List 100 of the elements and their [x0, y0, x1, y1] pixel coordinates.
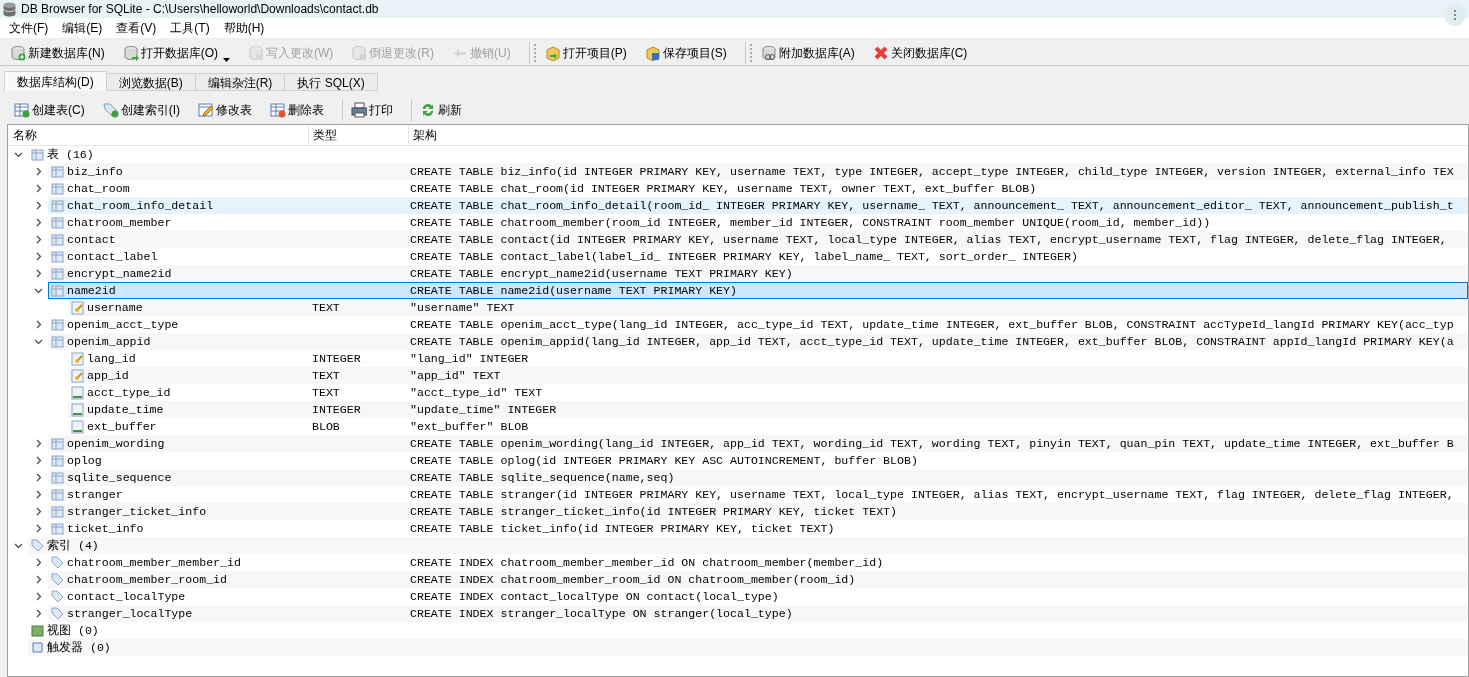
item-name: 视图 (0): [47, 622, 99, 639]
item-name: ticket_info: [67, 520, 144, 537]
schema-text: CREATE TABLE name2id(username TEXT PRIMARY KEY): [410, 282, 737, 299]
menu-item[interactable]: 查看(V): [109, 18, 164, 38]
table-icon: [51, 181, 64, 196]
toolbar-button[interactable]: 打开数据库(O): [118, 40, 234, 65]
open-database-icon: [122, 44, 139, 61]
table-icon: [51, 198, 64, 213]
item-name: 触发器 (0): [47, 639, 111, 656]
type-text: INTEGER: [312, 401, 361, 418]
item-name: contact_localType: [67, 588, 186, 605]
toolbar-button[interactable]: 附加数据库(A): [756, 40, 859, 65]
tree-row[interactable]: update_time INTEGER "update_time" INTEGER: [68, 401, 1468, 418]
schema-text: "acct_type_id" TEXT: [410, 384, 543, 401]
view-icon: [31, 623, 44, 638]
schema-text: CREATE TABLE openim_wording(lang_id INTEGER, app_id TEXT, wording_id TEXT, wording TEXT, pinyin TEXT, quan_pin TEXT, update_time INTEGER, ext_buffer B: [410, 435, 1454, 452]
schema-text: CREATE TABLE oplog(id INTEGER PRIMARY KEY ASC AUTOINCREMENT, buffer BLOB): [410, 452, 918, 469]
tree-row[interactable]: stranger_ticket_info CREATE TABLE stranger_ticket_info(id INTEGER PRIMARY KEY, ticket TEXT): [48, 503, 1468, 520]
column-header[interactable]: 类型: [308, 125, 408, 146]
item-name: biz_info: [67, 163, 123, 180]
toolbar-button[interactable]: 创建表(C): [10, 98, 89, 122]
menu-item[interactable]: 帮助(H): [216, 18, 272, 38]
column-header[interactable]: 名称: [8, 125, 308, 146]
tree-row[interactable]: sqlite_sequence CREATE TABLE sqlite_sequence(name,seq): [48, 469, 1468, 486]
table-delete-icon: [270, 102, 286, 118]
item-name: username: [87, 299, 143, 316]
item-name: contact_label: [67, 248, 158, 265]
schema-text: CREATE TABLE stranger_ticket_info(id INTEGER PRIMARY KEY, ticket TEXT): [410, 503, 898, 520]
item-name: chat_room_info_detail: [67, 197, 214, 214]
field-icon: [71, 419, 84, 434]
toolbar-button[interactable]: 保存项目(S): [640, 40, 731, 65]
schema-text: CREATE INDEX chatroom_member_member_id ON chatroom_member(member_id): [410, 554, 884, 571]
tab[interactable]: 数据库结构(D): [4, 71, 107, 91]
schema-text: "update_time" INTEGER: [410, 401, 557, 418]
tree-row[interactable]: 触发器 (0): [28, 639, 1468, 656]
tree-row[interactable]: chatroom_member_room_id CREATE INDEX chatroom_member_room_id ON chatroom_member(room_id): [48, 571, 1468, 588]
tab[interactable]: 浏览数据(B): [105, 73, 196, 91]
key-field-icon: [71, 368, 84, 383]
menu-item[interactable]: 文件(F): [2, 18, 56, 38]
toolbar-button[interactable]: 打开项目(P): [540, 40, 631, 65]
window-title: DB Browser for SQLite - C:\Users\helloworld\Downloads\contact.db: [21, 1, 379, 18]
tree-row[interactable]: openim_wording CREATE TABLE openim_wording(lang_id INTEGER, app_id TEXT, wording_id TEXT, wording TEXT, pinyin TEXT, quan_pin TEXT, update_time INTEGER, ext_buffer B: [48, 435, 1468, 452]
item-name: app_id: [87, 367, 129, 384]
schema-text: CREATE INDEX stranger_localType ON stranger(local_type): [410, 605, 793, 622]
type-text: TEXT: [312, 299, 340, 316]
type-text: INTEGER: [312, 350, 361, 367]
tree-row[interactable]: encrypt_name2id CREATE TABLE encrypt_name2id(username TEXT PRIMARY KEY): [48, 265, 1468, 282]
toolbar-button[interactable]: 删除表: [266, 98, 328, 122]
schema-text: CREATE TABLE contact(id INTEGER PRIMARY KEY, username TEXT, local_type INTEGER, alias TEXT, encrypt_username TEXT, flag INTEGER, delete_flag INTEGER,: [410, 231, 1447, 248]
schema-text: CREATE TABLE openim_appid(lang_id INTEGER, app_id TEXT, acct_type_id TEXT, update_time INTEGER, ext_buffer BLOB, CONSTRAINT appId_langId PRIMARY KEY(a: [410, 333, 1454, 350]
type-text: TEXT: [312, 384, 340, 401]
new-database-icon: [10, 44, 26, 61]
tree-row[interactable]: app_id TEXT "app_id" TEXT: [68, 367, 1468, 384]
table-icon: [51, 504, 64, 519]
tree-row[interactable]: openim_appid CREATE TABLE openim_appid(lang_id INTEGER, app_id TEXT, acct_type_id TEXT, update_time INTEGER, ext_buffer BLOB, CONSTRAINT appId_langId PRIMARY KEY(a: [48, 333, 1468, 350]
schema-text: "username" TEXT: [410, 299, 515, 316]
table-add-icon: [14, 102, 30, 118]
menu-item[interactable]: 编辑(E): [55, 18, 110, 38]
schema-text: CREATE TABLE sqlite_sequence(name,seq): [410, 469, 675, 486]
schema-text: CREATE INDEX chatroom_member_room_id ON chatroom_member(room_id): [410, 571, 856, 588]
toolbar-button[interactable]: 新建数据库(N): [6, 40, 109, 65]
schema-text: CREATE TABLE encrypt_name2id(username TEXT PRIMARY KEY): [410, 265, 793, 282]
tree-row[interactable]: chat_room_info_detail CREATE TABLE chat_room_info_detail(room_id_ INTEGER PRIMARY KEY, username_ TEXT, announcement_ TEXT, announcement_editor_ TEXT, announcement_publish_t: [48, 197, 1468, 214]
more-icon[interactable]: [1444, 4, 1466, 26]
toolbar-button[interactable]: 关闭数据库(C): [868, 40, 972, 65]
table-icon: [51, 317, 64, 332]
item-name: openim_wording: [67, 435, 165, 452]
tag-icon: [51, 606, 64, 621]
toolbar-button[interactable]: 创建索引(I): [98, 98, 184, 122]
tab[interactable]: 执行 SQL(X): [284, 73, 378, 91]
item-name: stranger_ticket_info: [67, 503, 207, 520]
tree-row[interactable]: 索引 (4): [28, 537, 1468, 554]
item-name: stranger_localType: [67, 605, 193, 622]
field-icon: [71, 385, 84, 400]
table-pencil-icon: [198, 102, 214, 118]
tree-row[interactable]: contact CREATE TABLE contact(id INTEGER PRIMARY KEY, username TEXT, local_type INTEGER, alias TEXT, encrypt_username TEXT, flag INTEGER, delete_flag INTEGER,: [48, 231, 1468, 248]
chevron-down-icon: [33, 286, 43, 295]
schema-text: "app_id" TEXT: [410, 367, 501, 384]
tag-icon: [51, 572, 64, 587]
schema-text: CREATE TABLE stranger(id INTEGER PRIMARY KEY, username TEXT, local_type INTEGER, alias TEXT, encrypt_username TEXT, flag INTEGER, delete_flag INTEGER,: [410, 486, 1454, 503]
table-icon: [51, 164, 64, 179]
menu-item[interactable]: 工具(T): [163, 18, 217, 38]
table-icon: [51, 521, 64, 536]
toolbar-button[interactable]: 修改表: [194, 98, 256, 122]
table-icon: [51, 487, 64, 502]
box-arrow-icon: [544, 44, 561, 61]
toolbar-button[interactable]: 刷新: [416, 98, 466, 122]
tree-row[interactable]: name2id CREATE TABLE name2id(username TEXT PRIMARY KEY): [48, 282, 1468, 299]
toolbar-button[interactable]: 打印: [347, 98, 397, 122]
tree-row[interactable]: username TEXT "username" TEXT: [68, 299, 1468, 316]
tab[interactable]: 编辑杂注(R): [194, 73, 286, 91]
tree-row[interactable]: biz_info CREATE TABLE biz_info(id INTEGER PRIMARY KEY, username TEXT, type INTEGER, accept_type INTEGER, child_type INTEGER, version INTEGER, external_info TEX: [48, 163, 1468, 180]
tree-row[interactable]: stranger_localType CREATE INDEX stranger_localType ON stranger(local_type): [48, 605, 1468, 622]
table-icon: [51, 249, 64, 264]
key-field-icon: [71, 351, 84, 366]
schema-text: CREATE TABLE contact_label(label_id_ INTEGER PRIMARY KEY, label_name_ TEXT, sort_order_ INTEGER): [410, 248, 1078, 265]
database-link-icon: [760, 44, 777, 61]
column-header[interactable]: 架构: [408, 125, 1468, 146]
item-name: update_time: [87, 401, 164, 418]
refresh-icon: [420, 102, 436, 118]
